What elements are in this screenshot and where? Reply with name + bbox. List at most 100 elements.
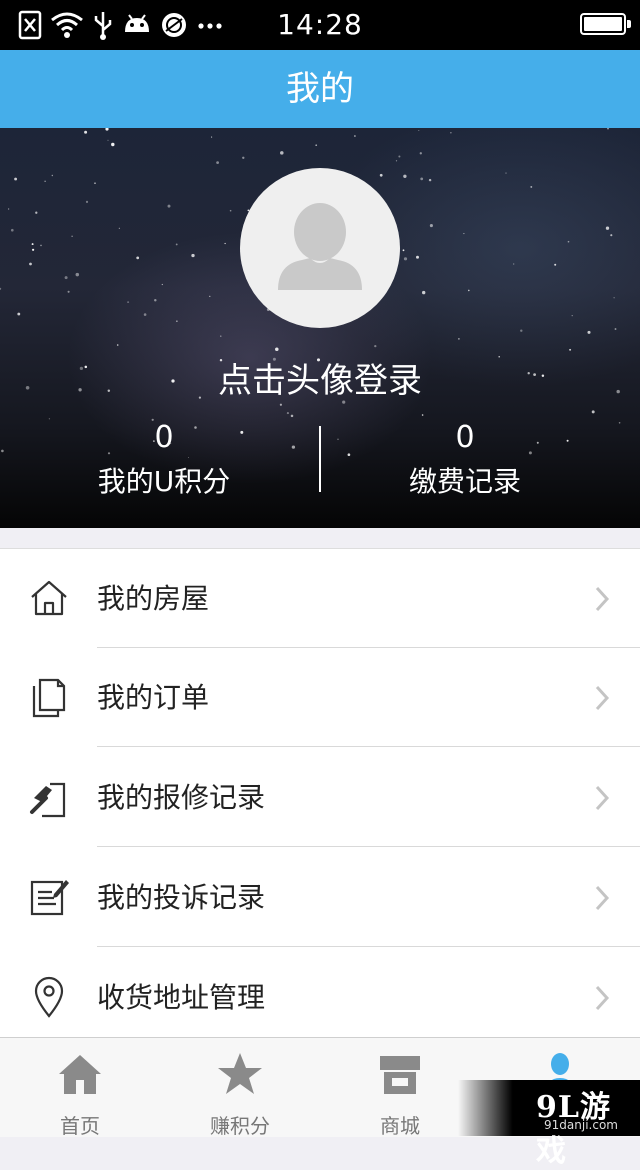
menu-item-label: 我的报修记录 [97, 781, 266, 814]
tab-home[interactable]: 首页 [0, 1038, 160, 1138]
page-title: 我的 [286, 69, 354, 109]
star [567, 240, 570, 243]
star [614, 328, 617, 330]
star [220, 335, 222, 337]
star [176, 320, 178, 322]
menu-item-label: 我的订单 [97, 681, 210, 714]
battery-fill [584, 17, 622, 31]
star [127, 301, 130, 304]
tab-label: 首页 [60, 1114, 100, 1138]
chevron-right-icon [595, 685, 610, 711]
profile-header: 点击头像登录 0 我的U积分 0 缴费记录 [0, 128, 640, 528]
star [613, 297, 615, 299]
star [429, 224, 433, 228]
star [275, 347, 279, 352]
separator [97, 846, 640, 847]
chevron-right-icon [595, 985, 610, 1011]
star [224, 242, 226, 245]
star [242, 156, 245, 159]
stat-payments-value: 0 [455, 420, 475, 455]
stat-payments[interactable]: 0 缴费记录 [305, 420, 625, 502]
star [403, 257, 408, 261]
house-icon [31, 580, 67, 616]
star [422, 290, 426, 295]
default-avatar-icon [278, 203, 362, 290]
star [167, 204, 171, 208]
star [419, 152, 422, 155]
star [154, 298, 157, 302]
star [67, 290, 70, 293]
star [505, 172, 507, 174]
star [279, 403, 282, 406]
star [569, 348, 572, 351]
menu-item-complaint-records[interactable]: 我的投诉记录 [0, 848, 640, 947]
watermark-url: 91danji.com [544, 1118, 618, 1132]
star [85, 200, 89, 203]
star [209, 295, 211, 297]
menu-item-repair-records[interactable]: 我的报修记录 [0, 748, 640, 847]
star [280, 151, 284, 155]
star [607, 128, 609, 130]
tab-label: 商城 [380, 1114, 420, 1138]
menu-item-my-orders[interactable]: 我的订单 [0, 648, 640, 747]
star [116, 344, 119, 346]
star [458, 338, 460, 340]
star [51, 174, 53, 177]
star [29, 262, 32, 266]
star [31, 243, 34, 246]
star [64, 276, 68, 280]
star [136, 256, 140, 260]
star [379, 173, 383, 177]
star [398, 155, 401, 158]
chevron-right-icon [595, 586, 610, 612]
home-icon [59, 1055, 101, 1094]
star [118, 227, 120, 229]
star [211, 136, 213, 138]
star [520, 329, 523, 332]
tab-label: 赚积分 [210, 1114, 270, 1138]
login-prompt[interactable]: 点击头像登录 [0, 353, 640, 402]
tab-store[interactable]: 商城 [320, 1038, 480, 1138]
menu-list: 我的房屋 我的订单 我的报修记录 我的投诉记录 收货地址管理 [0, 548, 640, 1038]
star [610, 234, 613, 237]
tab-earn-points[interactable]: 赚积分 [160, 1038, 320, 1138]
star [554, 263, 557, 266]
star [418, 129, 420, 132]
star-icon [218, 1053, 262, 1094]
edit-note-icon [30, 880, 69, 916]
status-bar: 14:28 [0, 0, 640, 50]
menu-item-label: 我的房屋 [97, 582, 210, 615]
star [428, 178, 432, 182]
star [107, 139, 109, 141]
chevron-right-icon [595, 785, 610, 811]
star [14, 177, 18, 181]
star [40, 244, 42, 247]
star [591, 410, 595, 414]
avatar[interactable] [240, 168, 400, 328]
star [17, 312, 21, 316]
nav-bar: 我的 [0, 50, 640, 128]
stat-points-label: 我的U积分 [97, 465, 231, 498]
star [7, 208, 10, 210]
star [290, 414, 294, 418]
star [420, 177, 424, 181]
chevron-right-icon [595, 885, 610, 911]
star [229, 209, 232, 212]
menu-item-label: 我的投诉记录 [97, 881, 266, 914]
star [416, 255, 419, 259]
star [105, 128, 109, 131]
status-time: 14:28 [277, 8, 363, 41]
star [513, 263, 515, 265]
star [84, 130, 88, 134]
star [421, 414, 424, 416]
menu-item-address-management[interactable]: 收货地址管理 [0, 948, 640, 1047]
star [11, 228, 14, 232]
battery-icon [580, 13, 631, 35]
menu-item-my-house[interactable]: 我的房屋 [0, 549, 640, 648]
menu-item-label: 收货地址管理 [97, 981, 266, 1014]
stat-points[interactable]: 0 我的U积分 [4, 420, 324, 502]
store-icon [380, 1056, 420, 1094]
star [353, 135, 356, 137]
star [315, 144, 318, 147]
separator [97, 946, 640, 947]
